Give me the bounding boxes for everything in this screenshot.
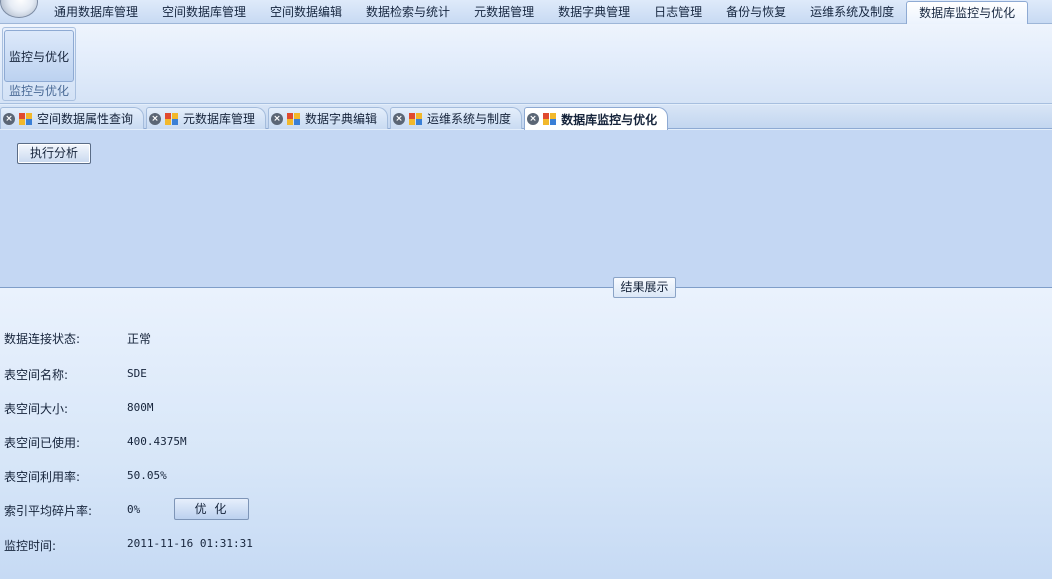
document-tabs-bar: × 空间数据属性查询 × 元数据库管理 × 数据字典编辑 × 运维系统与制度 ×… bbox=[0, 105, 1052, 130]
doc-tab-label: 空间数据属性查询 bbox=[37, 112, 134, 126]
tablespace-used-label: 表空间已使用: bbox=[4, 436, 81, 450]
doc-tab-label: 数据字典编辑 bbox=[305, 112, 378, 126]
doc-tab-label: 数据库监控与优化 bbox=[561, 112, 658, 127]
monitor-time-label: 监控时间: bbox=[4, 539, 57, 553]
document-icon bbox=[287, 112, 301, 125]
monitor-optimize-button[interactable]: 监控与优化 bbox=[4, 30, 74, 82]
index-fragmentation-label: 索引平均碎片率: bbox=[4, 504, 93, 518]
menu-tab[interactable]: 运维系统及制度 bbox=[798, 0, 906, 24]
menu-tab[interactable]: 通用数据库管理 bbox=[42, 0, 150, 24]
menu-tab[interactable]: 元数据管理 bbox=[462, 0, 546, 24]
result-panel bbox=[0, 288, 1052, 579]
document-icon bbox=[543, 113, 557, 125]
monitor-time-value: 2011-11-16 01:31:31 bbox=[127, 537, 253, 550]
doc-tab-spatial-attr-query[interactable]: × 空间数据属性查询 bbox=[0, 107, 145, 129]
ribbon-group-label: 监控与优化 bbox=[8, 84, 69, 98]
ribbon-group-monitor: 监控与优化 监控与优化 bbox=[2, 27, 76, 101]
close-icon[interactable]: × bbox=[393, 112, 406, 125]
tablespace-size-value: 800M bbox=[127, 401, 154, 414]
tablespace-name-value: SDE bbox=[127, 367, 147, 380]
ribbon-tabs: 通用数据库管理 空间数据库管理 空间数据编辑 数据检索与统计 元数据管理 数据字… bbox=[42, 0, 1029, 26]
connection-status-label: 数据连接状态: bbox=[4, 332, 81, 346]
menu-tab[interactable]: 空间数据库管理 bbox=[150, 0, 258, 24]
ribbon-panel: 监控与优化 监控与优化 bbox=[0, 24, 1052, 104]
doc-tab-db-monitor[interactable]: × 数据库监控与优化 bbox=[524, 107, 669, 130]
menu-tab[interactable]: 空间数据编辑 bbox=[258, 0, 354, 24]
tablespace-used-value: 400.4375M bbox=[127, 435, 187, 448]
optimize-button[interactable]: 优 化 bbox=[174, 498, 249, 520]
menu-tab[interactable]: 日志管理 bbox=[642, 0, 714, 24]
document-tabs: × 空间数据属性查询 × 元数据库管理 × 数据字典编辑 × 运维系统与制度 ×… bbox=[0, 107, 670, 130]
close-icon[interactable]: × bbox=[527, 113, 540, 125]
result-group-title: 结果展示 bbox=[613, 277, 676, 298]
menu-tab[interactable]: 数据检索与统计 bbox=[354, 0, 462, 24]
menu-tab[interactable]: 备份与恢复 bbox=[714, 0, 798, 24]
close-icon[interactable]: × bbox=[149, 112, 162, 125]
document-icon bbox=[409, 112, 423, 125]
close-icon[interactable]: × bbox=[3, 112, 15, 125]
close-icon[interactable]: × bbox=[271, 112, 284, 125]
tablespace-usage-label: 表空间利用率: bbox=[4, 470, 81, 484]
doc-tab-label: 元数据库管理 bbox=[183, 112, 256, 126]
doc-tab-ops-system[interactable]: × 运维系统与制度 bbox=[390, 107, 523, 129]
tablespace-name-label: 表空间名称: bbox=[4, 368, 69, 382]
doc-tab-metadata-db[interactable]: × 元数据库管理 bbox=[146, 107, 267, 129]
ribbon-menu-bar: 通用数据库管理 空间数据库管理 空间数据编辑 数据检索与统计 元数据管理 数据字… bbox=[0, 0, 1052, 26]
document-icon bbox=[165, 112, 179, 125]
analysis-area: 执行分析 bbox=[0, 130, 1052, 287]
document-icon bbox=[19, 112, 33, 125]
index-fragmentation-value: 0% bbox=[127, 503, 141, 516]
tablespace-size-label: 表空间大小: bbox=[4, 402, 69, 416]
app-orb-button[interactable] bbox=[0, 0, 38, 18]
menu-tab[interactable]: 数据字典管理 bbox=[546, 0, 642, 24]
doc-tab-dictionary-edit[interactable]: × 数据字典编辑 bbox=[268, 107, 389, 129]
result-divider bbox=[0, 287, 1052, 288]
tablespace-usage-value: 50.05% bbox=[127, 469, 167, 482]
connection-status-value: 正常 bbox=[127, 332, 152, 346]
menu-tab[interactable]: 数据库监控与优化 bbox=[906, 1, 1029, 26]
doc-tab-label: 运维系统与制度 bbox=[427, 112, 512, 126]
execute-analysis-button[interactable]: 执行分析 bbox=[17, 143, 91, 164]
